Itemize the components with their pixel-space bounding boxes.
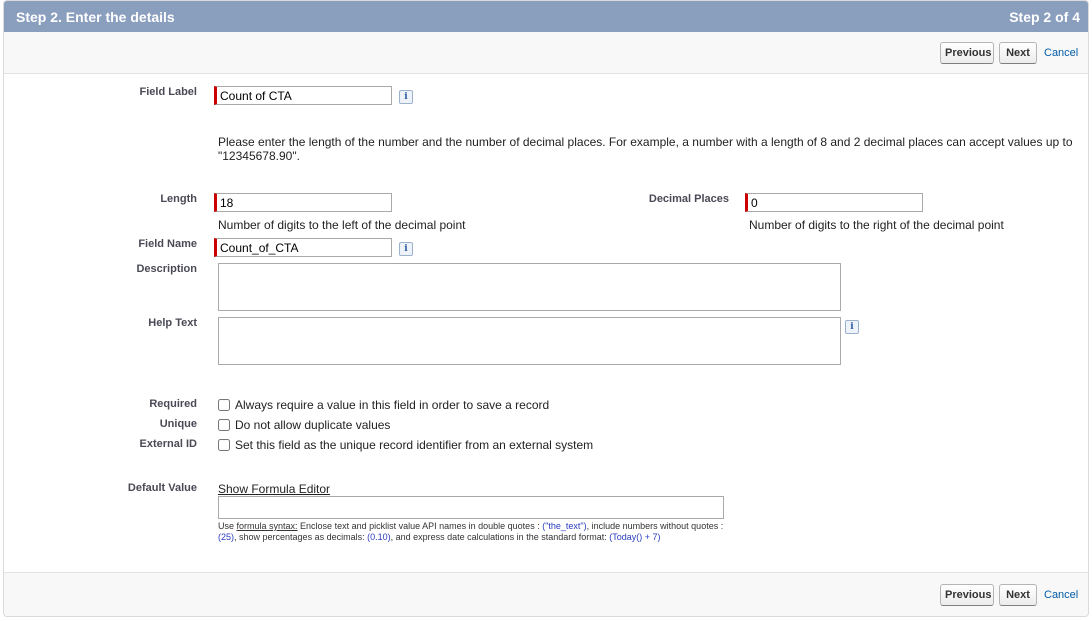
- field-name-input[interactable]: [214, 238, 392, 257]
- formula-syntax-hint: Use formula syntax: Enclose text and pic…: [218, 521, 728, 543]
- required-checkbox[interactable]: [218, 399, 230, 411]
- field-name-label: Field Name: [138, 238, 197, 250]
- hint-part1: Enclose text and picklist value API name…: [297, 521, 543, 531]
- unique-label: Unique: [159, 418, 197, 430]
- step-header: Step 2. Enter the details Step 2 of 4: [4, 1, 1088, 32]
- top-button-bar: Previous Next Cancel: [4, 32, 1088, 74]
- hint-example-text: ("the_text"): [542, 521, 587, 531]
- external-id-label: External ID: [139, 438, 197, 450]
- field-name-info-icon[interactable]: i: [399, 242, 413, 256]
- length-instructions: Please enter the length of the number an…: [218, 135, 1073, 163]
- help-text-textarea[interactable]: [218, 317, 841, 365]
- show-formula-editor-link[interactable]: Show Formula Editor: [218, 482, 330, 496]
- length-label: Length: [160, 193, 197, 205]
- step-counter: Step 2 of 4: [1009, 9, 1080, 25]
- decimal-places-input[interactable]: [745, 193, 923, 212]
- external-id-text: Set this field as the unique record iden…: [235, 438, 594, 452]
- default-value-label: Default Value: [127, 482, 197, 494]
- field-label-input[interactable]: [214, 86, 392, 105]
- bottom-button-bar: Previous Next Cancel: [4, 572, 1088, 616]
- formula-syntax-link[interactable]: formula syntax:: [237, 521, 298, 531]
- field-label-label: Field Label: [139, 86, 197, 98]
- default-value-input[interactable]: [218, 496, 724, 519]
- unique-text: Do not allow duplicate values: [235, 418, 391, 432]
- cancel-link-bottom[interactable]: Cancel: [1044, 589, 1078, 601]
- help-text-info-icon[interactable]: i: [845, 320, 859, 334]
- hint-example-number: (25): [218, 532, 235, 542]
- unique-checkbox[interactable]: [218, 419, 230, 431]
- previous-button-top[interactable]: Previous: [940, 42, 994, 64]
- next-button-bottom[interactable]: Next: [999, 584, 1037, 606]
- description-textarea[interactable]: [218, 263, 841, 311]
- decimal-places-help-text: Number of digits to the right of the dec…: [749, 218, 1004, 232]
- hint-use: Use: [218, 521, 237, 531]
- hint-part4: , and express date calculations in the s…: [390, 532, 610, 542]
- hint-example-date: (Today() + 7): [609, 532, 661, 542]
- decimal-places-label: Decimal Places: [648, 193, 729, 205]
- external-id-checkbox[interactable]: [218, 439, 230, 451]
- length-help-text: Number of digits to the left of the deci…: [218, 218, 466, 232]
- hint-part2: , include numbers without quotes :: [586, 521, 724, 531]
- details-form: Field Label i Please enter the length of…: [4, 74, 1088, 572]
- length-input[interactable]: [214, 193, 392, 212]
- cancel-link-top[interactable]: Cancel: [1044, 47, 1078, 59]
- hint-part3: , show percentages as decimals:: [234, 532, 368, 542]
- wizard-frame: Step 2. Enter the details Step 2 of 4 Pr…: [3, 0, 1089, 617]
- hint-example-percent: (0.10): [367, 532, 391, 542]
- previous-button-bottom[interactable]: Previous: [940, 584, 994, 606]
- next-button-top[interactable]: Next: [999, 42, 1037, 64]
- required-text: Always require a value in this field in …: [235, 398, 550, 412]
- help-text-label: Help Text: [148, 317, 197, 329]
- description-label: Description: [136, 263, 197, 275]
- required-label: Required: [149, 398, 197, 410]
- field-label-info-icon[interactable]: i: [399, 90, 413, 104]
- step-title: Step 2. Enter the details: [16, 9, 175, 25]
